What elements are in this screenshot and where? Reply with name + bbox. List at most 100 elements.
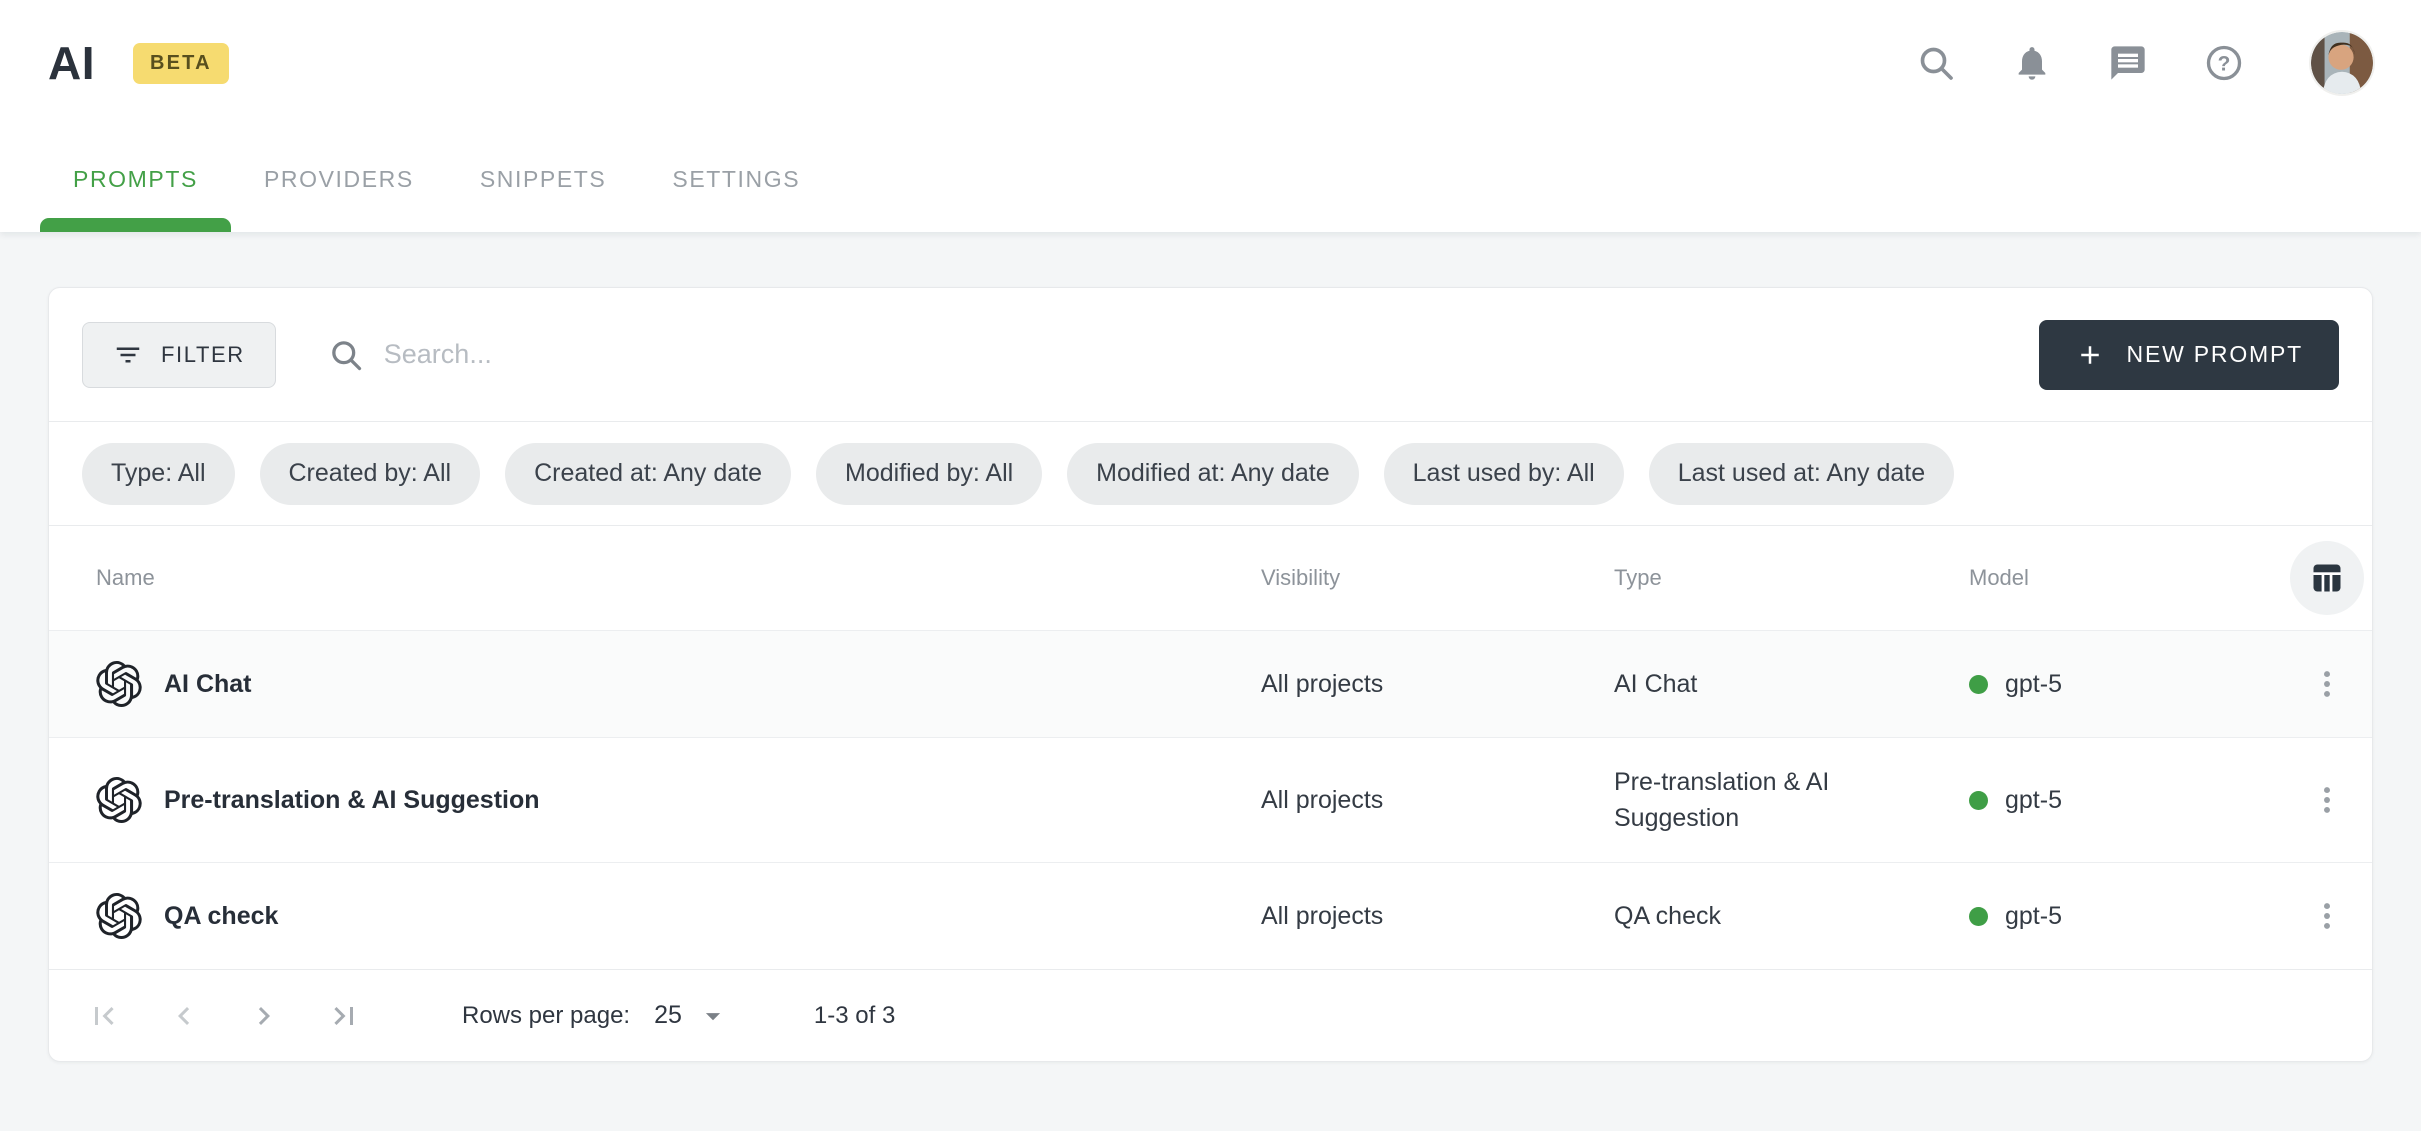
filter-icon — [113, 340, 143, 370]
tab-label: SETTINGS — [672, 166, 800, 193]
tab-label: PROMPTS — [73, 166, 198, 193]
column-header-visibility[interactable]: Visibility — [1261, 565, 1614, 591]
table-row[interactable]: Pre-translation & AI Suggestion All proj… — [49, 737, 2372, 862]
rows-per-page-select[interactable]: 25 — [654, 999, 730, 1033]
notifications-button[interactable] — [2009, 40, 2055, 86]
tab-settings[interactable]: SETTINGS — [639, 126, 833, 232]
tabs: PROMPTS PROVIDERS SNIPPETS SETTINGS — [0, 126, 2421, 232]
filter-chip[interactable]: Last used at: Any date — [1649, 443, 1954, 505]
bell-icon — [2012, 43, 2052, 83]
model-name: gpt-5 — [2005, 786, 2062, 815]
filter-button[interactable]: FILTER — [82, 322, 276, 388]
tab-label: PROVIDERS — [264, 166, 414, 193]
model-name: gpt-5 — [2005, 670, 2062, 699]
filter-chip[interactable]: Modified at: Any date — [1067, 443, 1358, 505]
visibility-value: All projects — [1261, 786, 1614, 815]
table-row[interactable]: QA check All projects QA check gpt-5 — [49, 862, 2372, 969]
dropdown-arrow-icon — [696, 999, 730, 1033]
svg-text:?: ? — [2218, 52, 2231, 75]
model-name: gpt-5 — [2005, 902, 2062, 931]
openai-logo-icon — [96, 893, 142, 939]
tab-snippets[interactable]: SNIPPETS — [447, 126, 640, 232]
table-header: Name Visibility Type Model — [49, 525, 2372, 630]
user-avatar[interactable] — [2311, 32, 2373, 94]
filter-chip[interactable]: Modified by: All — [816, 443, 1042, 505]
last-page-button[interactable] — [322, 994, 366, 1038]
filter-chip[interactable]: Type: All — [82, 443, 235, 505]
filter-chip-label: Created by: All — [289, 459, 452, 488]
filter-chip[interactable]: Last used by: All — [1384, 443, 1624, 505]
last-page-icon — [326, 998, 362, 1034]
model-cell: gpt-5 — [1969, 786, 2281, 815]
model-status-dot — [1969, 791, 1988, 810]
toolbar: FILTER NEW PROMPT — [49, 288, 2372, 421]
openai-logo-icon — [96, 661, 142, 707]
rows-per-page-value: 25 — [654, 1001, 682, 1030]
help-button[interactable]: ? — [2201, 40, 2247, 86]
messages-button[interactable] — [2105, 40, 2151, 86]
tab-prompts[interactable]: PROMPTS — [40, 126, 231, 232]
rows-per-page-label: Rows per page: — [462, 1002, 630, 1030]
filter-chip-label: Last used by: All — [1413, 459, 1595, 488]
first-page-button[interactable] — [82, 994, 126, 1038]
prompt-name-cell: QA check — [96, 893, 1261, 939]
row-menu-button[interactable] — [2300, 889, 2354, 943]
search-icon — [328, 337, 364, 373]
search-input[interactable] — [384, 339, 1284, 370]
plus-icon — [2075, 340, 2105, 370]
visibility-value: All projects — [1261, 670, 1614, 699]
kebab-menu-icon — [2310, 667, 2344, 701]
filter-chip[interactable]: Created by: All — [260, 443, 481, 505]
header-actions: ? — [1913, 32, 2373, 94]
topbar: AI BETA ? — [0, 0, 2421, 126]
column-header-model[interactable]: Model — [1969, 565, 2281, 591]
avatar-photo-icon — [2311, 32, 2373, 94]
search-icon — [1916, 43, 1956, 83]
table-row[interactable]: AI Chat All projects AI Chat gpt-5 — [49, 630, 2372, 737]
previous-page-button[interactable] — [162, 994, 206, 1038]
model-status-dot — [1969, 675, 1988, 694]
chat-icon — [2108, 43, 2148, 83]
row-menu-button[interactable] — [2300, 657, 2354, 711]
tab-providers[interactable]: PROVIDERS — [231, 126, 447, 232]
prompt-name: Pre-translation & AI Suggestion — [164, 786, 540, 815]
first-page-icon — [86, 998, 122, 1034]
filter-button-label: FILTER — [161, 342, 245, 368]
beta-badge: BETA — [133, 43, 229, 84]
new-prompt-button-label: NEW PROMPT — [2127, 341, 2303, 368]
next-page-button[interactable] — [242, 994, 286, 1038]
model-status-dot — [1969, 907, 1988, 926]
type-value: Pre-translation & AI Suggestion — [1614, 764, 1969, 836]
app-logo: AI — [48, 36, 95, 90]
openai-logo-icon — [96, 777, 142, 823]
visibility-value: All projects — [1261, 902, 1614, 931]
row-menu-button[interactable] — [2300, 773, 2354, 827]
model-cell: gpt-5 — [1969, 902, 2281, 931]
tab-label: SNIPPETS — [480, 166, 607, 193]
new-prompt-button[interactable]: NEW PROMPT — [2039, 320, 2339, 390]
column-header-type[interactable]: Type — [1614, 565, 1969, 591]
pagination-bar: Rows per page: 25 1-3 of 3 — [49, 969, 2372, 1061]
prompt-name-cell: AI Chat — [96, 661, 1261, 707]
search-box — [328, 337, 2039, 373]
filter-chip-label: Created at: Any date — [534, 459, 762, 488]
prompt-name: AI Chat — [164, 670, 252, 699]
search-button[interactable] — [1913, 40, 1959, 86]
filter-chips-row: Type: All Created by: All Created at: Any … — [49, 421, 2372, 525]
table-columns-icon — [2309, 560, 2345, 596]
pagination-range: 1-3 of 3 — [814, 1002, 895, 1030]
filter-chip[interactable]: Created at: Any date — [505, 443, 791, 505]
model-cell: gpt-5 — [1969, 670, 2281, 699]
chevron-right-icon — [246, 998, 282, 1034]
table-body: AI Chat All projects AI Chat gpt-5 Pre-t… — [49, 630, 2372, 969]
prompt-name-cell: Pre-translation & AI Suggestion — [96, 777, 1261, 823]
type-value: QA check — [1614, 898, 1969, 934]
column-header-name[interactable]: Name — [96, 565, 1261, 591]
prompts-card: FILTER NEW PROMPT Type: All Created by: A… — [48, 287, 2373, 1062]
filter-chip-label: Type: All — [111, 459, 206, 488]
filter-chip-label: Modified by: All — [845, 459, 1013, 488]
kebab-menu-icon — [2310, 899, 2344, 933]
column-settings-button[interactable] — [2290, 541, 2364, 615]
chevron-left-icon — [166, 998, 202, 1034]
help-icon: ? — [2204, 43, 2244, 83]
